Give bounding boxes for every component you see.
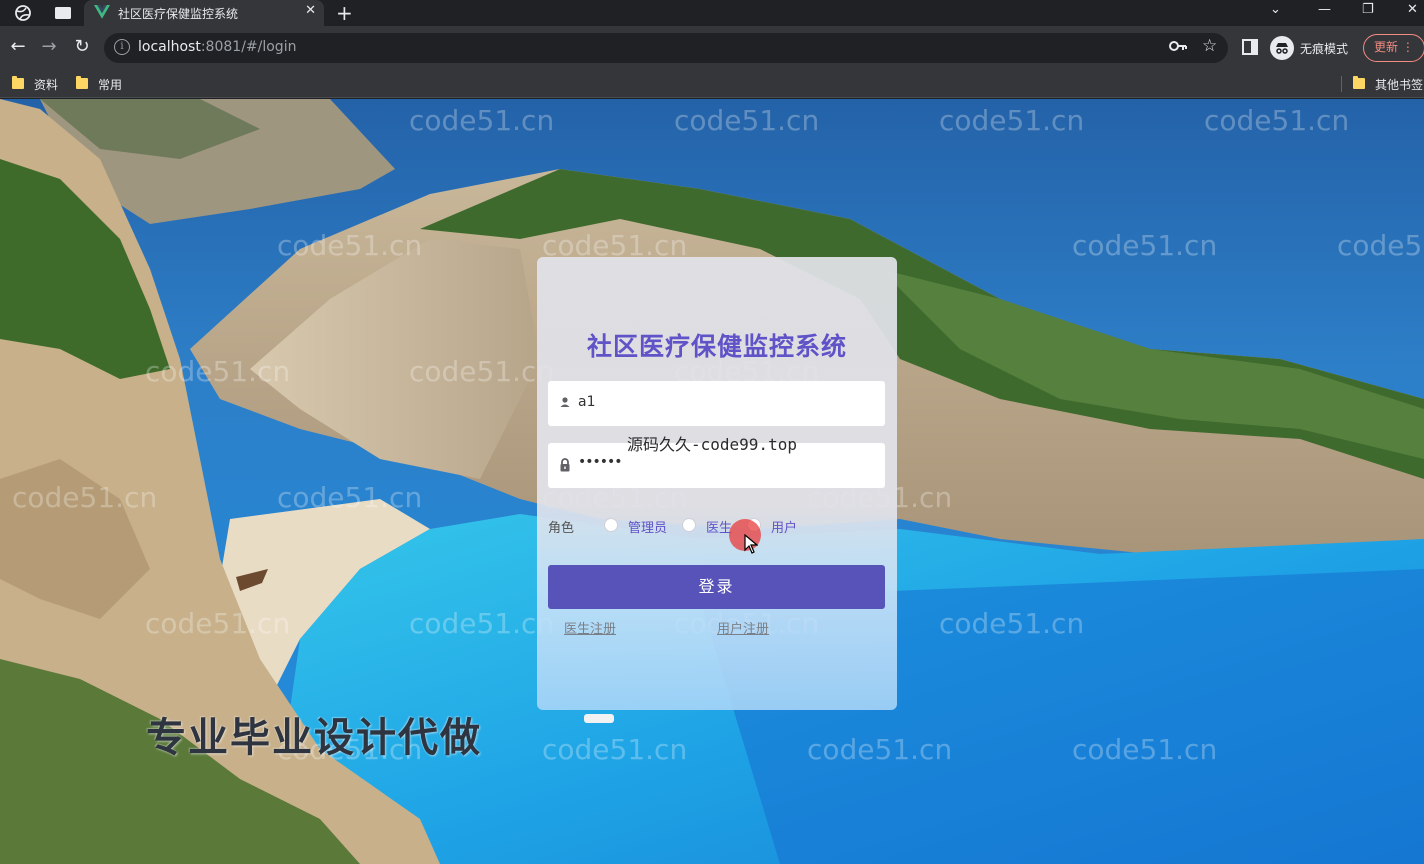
tab-active[interactable]: 社区医疗保健监控系统 ✕ [84, 0, 324, 26]
bookmarks-bar: 资料 常用 其他书签 [0, 70, 1424, 98]
folder-icon [76, 76, 88, 89]
site-info-icon[interactable]: i [114, 39, 130, 55]
tab-strip: 社区医疗保健监控系统 ✕ + ⌄ — ❐ ✕ [0, 0, 1424, 26]
bookmarks-divider [1341, 76, 1342, 92]
bookmark-label: 资料 [34, 78, 59, 92]
key-icon[interactable] [1169, 39, 1187, 57]
update-label: 更新 [1374, 40, 1399, 54]
address-bar[interactable]: i localhost:8081/#/login [104, 33, 1228, 63]
mouse-cursor-icon [744, 534, 758, 554]
username-field[interactable]: a1 [548, 381, 885, 426]
role-option-admin[interactable]: 管理员 [628, 517, 667, 536]
bookmark-label: 其他书签 [1375, 78, 1424, 92]
vue-logo-icon [94, 5, 110, 19]
role-radio-doctor[interactable] [682, 518, 696, 532]
close-window-icon[interactable]: ✕ [1407, 2, 1418, 17]
side-panel-icon[interactable] [1242, 39, 1258, 59]
overlay-text: 源码久久-code99.top [627, 435, 797, 454]
minimize-icon[interactable]: — [1318, 2, 1331, 17]
tab-search-icon[interactable]: ⌄ [1270, 2, 1281, 17]
url-text: localhost:8081/#/login [138, 39, 297, 55]
doctor-register-link[interactable]: 医生注册 [564, 618, 616, 637]
password-value: •••••• [578, 454, 623, 470]
globe-icon[interactable] [14, 4, 32, 22]
user-register-link[interactable]: 用户注册 [717, 618, 769, 637]
tab-close-icon[interactable]: ✕ [305, 3, 316, 18]
user-icon [560, 397, 570, 407]
forward-icon[interactable]: → [38, 36, 60, 57]
window-icon[interactable] [54, 4, 72, 22]
bookmark-star-icon[interactable]: ☆ [1202, 36, 1217, 56]
login-button[interactable]: 登录 [548, 565, 885, 609]
update-button[interactable]: 更新 ⋮ [1363, 34, 1424, 62]
incognito-icon [1270, 36, 1294, 60]
restore-icon[interactable]: ❐ [1362, 2, 1374, 17]
bookmark-label: 常用 [98, 78, 123, 92]
reload-icon[interactable]: ↻ [71, 36, 93, 57]
role-option-user[interactable]: 用户 [771, 517, 797, 536]
tab-title: 社区医疗保健监控系统 [118, 7, 239, 21]
role-selector: 角色 管理员 医生 用户 [548, 515, 885, 537]
role-radio-admin[interactable] [604, 518, 618, 532]
folder-icon [1353, 76, 1365, 89]
profile-label: 无痕模式 [1300, 42, 1349, 56]
folder-icon [12, 76, 24, 89]
role-label: 角色 [548, 521, 575, 536]
login-title: 社区医疗保健监控系统 [586, 332, 847, 361]
promo-text: 专业毕业设计代做 [146, 715, 482, 761]
login-card: 社区医疗保健监控系统 a1 •••••• 源码久久-code99.top 角色 … [537, 257, 897, 710]
lock-icon [560, 458, 570, 472]
username-value: a1 [578, 394, 596, 410]
new-tab-button[interactable]: + [336, 1, 353, 25]
back-icon[interactable]: ← [7, 36, 29, 57]
login-page-background: code51.cn code51.cn code51.cn code51.cn … [0, 99, 1424, 864]
